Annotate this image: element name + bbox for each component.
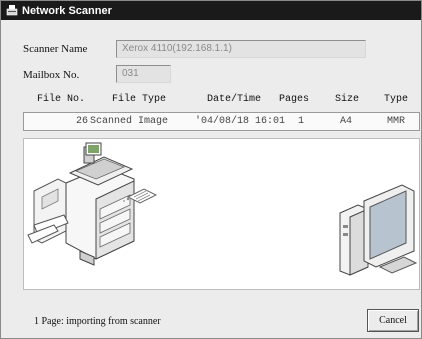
scanner-app-icon (6, 4, 19, 17)
col-header-pages: Pages (279, 94, 310, 105)
scanner-name-field: Xerox 4110(192.168.1.1) (116, 40, 366, 58)
mailbox-field: 031 (116, 65, 171, 83)
scan-illustration (23, 85, 420, 290)
table-row[interactable]: 26 Scanned Image '04/08/18 16:01 1 A4 MM… (23, 112, 420, 131)
window-title: Network Scanner (22, 4, 112, 17)
col-header-type: Type (384, 94, 409, 105)
col-header-file-type: File Type (112, 94, 167, 105)
col-header-date-time: Date/Time (207, 94, 262, 105)
title-bar: Network Scanner (1, 1, 421, 20)
network-scanner-window: Network Scanner Scanner Name Xerox 4110(… (0, 0, 422, 339)
col-header-file-no: File No. (37, 94, 86, 105)
col-header-size: Size (335, 94, 360, 105)
status-text: 1 Page: importing from scanner (34, 316, 161, 327)
printer-icon (27, 142, 135, 266)
cell-date-time: '04/08/18 16:01 (195, 116, 286, 127)
scanner-name-label: Scanner Name (23, 43, 88, 55)
cell-pages: 1 (298, 116, 305, 127)
cell-size: A4 (340, 116, 353, 127)
cell-file-type: Scanned Image (90, 116, 169, 127)
cancel-button[interactable]: Cancel (367, 309, 419, 332)
cell-type: MMR (387, 116, 406, 127)
computer-icon (339, 85, 418, 276)
mailbox-label: Mailbox No. (23, 69, 80, 81)
cell-file-no: 26 (76, 116, 89, 127)
